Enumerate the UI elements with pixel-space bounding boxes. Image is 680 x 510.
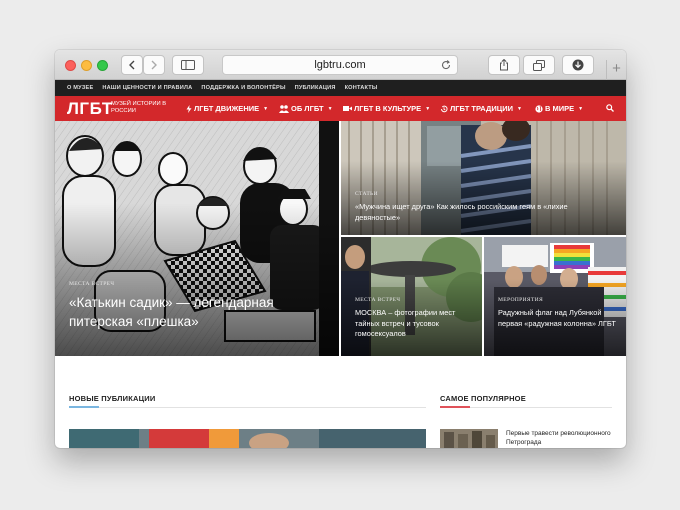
chevron-left-icon (129, 60, 135, 70)
nav-item-traditions[interactable]: ЛГБТ ТРАДИЦИИ ▼ (440, 104, 522, 113)
browser-window: lgbtru.com + О МУЗЕЕ НАШИ ЦЕННОСТИ И ПРА… (55, 50, 626, 448)
share-icon (500, 59, 508, 71)
lightning-icon (186, 104, 192, 113)
search-icon[interactable] (606, 104, 614, 112)
url-text: lgbtru.com (314, 59, 366, 71)
sidebar-toggle-button[interactable] (172, 55, 204, 75)
downloads-button[interactable] (562, 55, 594, 75)
hero-main-category[interactable]: МЕСТА ВСТРЕЧ (69, 281, 114, 287)
site-logo-subtitle: МУЗЕЙ ИСТОРИИ В РОССИИ (111, 101, 167, 114)
download-icon (572, 59, 584, 71)
new-publications-heading: НОВЫЕ ПУБЛИКАЦИИ (69, 394, 156, 403)
globe-icon (535, 104, 543, 113)
browser-toolbar: lgbtru.com + (55, 50, 626, 80)
hero-top-right-category[interactable]: СТАТЬИ (355, 191, 378, 197)
zoom-window-button[interactable] (97, 60, 108, 71)
hero-main-title[interactable]: «Катькин садик» — легендарная питерская … (69, 293, 331, 331)
people-icon (279, 104, 289, 113)
hero-main-article[interactable]: МЕСТА ВСТРЕЧ «Катькин садик» — легендарн… (55, 121, 339, 356)
hero-bottom-left-article[interactable]: МЕСТА ВСТРЕЧ МОСКВА – фотографии мест та… (341, 237, 482, 356)
hero-bottom-right-title[interactable]: Радужный флаг над Лубянкой первая «радуж… (498, 308, 623, 329)
chevron-right-icon (151, 60, 157, 70)
hero-top-right-title[interactable]: «Мужчина ищет друга» Как жилось российск… (355, 202, 595, 223)
top-menu-contacts[interactable]: КОНТАКТЫ (345, 85, 378, 91)
top-menu-support[interactable]: ПОДДЕРЖКА И ВОЛОНТЁРЫ (201, 85, 285, 91)
new-tab-button[interactable]: + (606, 60, 626, 80)
popular-first-title[interactable]: Первые травести революционного Петроград… (506, 429, 616, 447)
site-top-menu: О МУЗЕЕ НАШИ ЦЕННОСТИ И ПРАВИЛА ПОДДЕРЖК… (55, 80, 626, 96)
popular-heading: САМОЕ ПОПУЛЯРНОЕ (440, 394, 526, 403)
new-publication-first-image[interactable] (69, 429, 426, 448)
hero-top-right-article[interactable]: СТАТЬИ «Мужчина ищет друга» Как жилось р… (341, 121, 626, 235)
hero-bottom-left-title[interactable]: МОСКВА – фотографии мест тайных встреч и… (355, 308, 475, 340)
forward-button[interactable] (143, 55, 165, 75)
new-publication-photo (69, 429, 426, 448)
hero-bottom-right-article[interactable]: МЕРОПРИЯТИЯ Радужный флаг над Лубянкой п… (484, 237, 626, 356)
top-menu-about[interactable]: О МУЗЕЕ (67, 85, 93, 91)
reload-icon[interactable] (440, 59, 452, 71)
close-window-button[interactable] (65, 60, 76, 71)
back-button[interactable] (121, 55, 143, 75)
nav-item-culture[interactable]: ЛГБТ В КУЛЬТУРЕ ▼ (343, 104, 430, 113)
main-nav: ЛГБТ МУЗЕЙ ИСТОРИИ В РОССИИ ЛГБТ ДВИЖЕНИ… (55, 96, 626, 121)
history-icon (441, 105, 448, 112)
tabs-icon (533, 59, 545, 71)
nav-item-lgbt-movement[interactable]: ЛГБТ ДВИЖЕНИЕ ▼ (186, 104, 268, 113)
popular-first-thumbnail[interactable] (440, 429, 498, 448)
video-camera-icon (343, 106, 352, 111)
top-menu-values[interactable]: НАШИ ЦЕННОСТИ И ПРАВИЛА (102, 85, 192, 91)
minimize-window-button[interactable] (81, 60, 92, 71)
top-menu-publication[interactable]: ПУБЛИКАЦИЯ (295, 85, 336, 91)
nav-item-world[interactable]: В МИРЕ ▼ (535, 104, 583, 113)
site-logo[interactable]: ЛГБТ (67, 99, 113, 119)
new-publications-accent (69, 406, 99, 408)
tabs-overview-button[interactable] (523, 55, 555, 75)
popular-accent (440, 406, 470, 408)
hero-bottom-right-category[interactable]: МЕРОПРИЯТИЯ (498, 297, 543, 303)
nav-item-about-lgbt[interactable]: ОБ ЛГБТ ▼ (279, 104, 333, 113)
share-button[interactable] (488, 55, 520, 75)
hero-bottom-left-category[interactable]: МЕСТА ВСТРЕЧ (355, 297, 400, 303)
address-bar[interactable]: lgbtru.com (222, 55, 458, 75)
sidebar-icon (181, 60, 195, 70)
